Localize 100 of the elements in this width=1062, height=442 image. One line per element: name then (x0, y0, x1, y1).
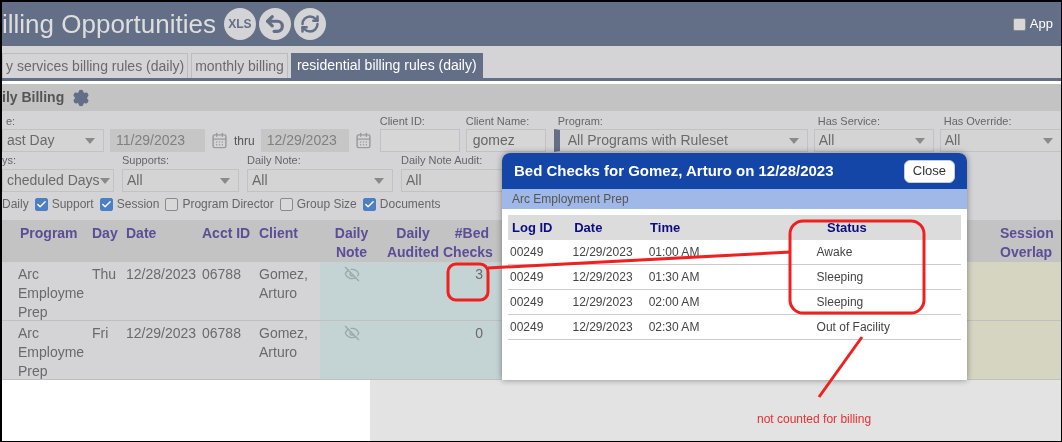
checkbox-label: App (1029, 15, 1053, 34)
undo-arrow-icon (263, 13, 286, 35)
checkbox-label: Documents (379, 196, 441, 213)
refresh-button[interactable] (293, 8, 326, 40)
dropdown-caret-icon (788, 137, 799, 144)
column-header: Date (125, 224, 158, 243)
range-separator: thru (234, 132, 255, 150)
refresh-icon (299, 14, 320, 34)
field-label: Has Service: (816, 114, 882, 129)
select-field[interactable]: All (939, 129, 1061, 152)
close-button[interactable]: Close (903, 159, 955, 183)
checkbox[interactable] (34, 197, 48, 211)
table-cell-text: 12/29/2023 (571, 244, 634, 261)
table-cell-text: Sleeping (815, 269, 865, 286)
table-cell-text: 06788 (201, 265, 242, 284)
table-cell-text: 02:00 AM (647, 294, 701, 311)
table-cell-text: Out of Facility (815, 319, 891, 336)
table-cell-text: Thu (91, 265, 118, 284)
table-cell-text: Fri (91, 324, 110, 343)
hidden-eye-icon[interactable] (343, 325, 360, 341)
checkbox-label: Support (51, 196, 94, 213)
field-label: ys: (2, 153, 18, 168)
field-label: Supports: (122, 153, 171, 168)
checkbox[interactable] (362, 197, 376, 211)
field-label: Program: (556, 114, 604, 129)
calendar-icon[interactable] (354, 132, 372, 149)
table-cell-text: 00249 (509, 269, 545, 286)
select-field[interactable]: All (122, 169, 239, 192)
settings-icon[interactable] (72, 88, 91, 107)
table-cell-text: Gomez, Arturo (258, 265, 309, 303)
column-header: Client (258, 224, 299, 243)
tab[interactable]: monthly billing (191, 53, 288, 78)
dropdown-caret-icon (85, 137, 95, 144)
column-header: Session Overlap (999, 224, 1055, 262)
select-field[interactable]: All (813, 129, 934, 152)
column-header: Status (826, 218, 868, 237)
tab[interactable]: residential billing rules (daily) (290, 53, 483, 78)
dropdown-caret-icon (220, 177, 230, 184)
checkbox[interactable] (99, 197, 113, 211)
table-cell-text: 12/29/2023 (571, 294, 634, 311)
table-cell-text: 12/29/2023 (571, 269, 634, 286)
dropdown-caret-icon (374, 177, 384, 184)
checkbox[interactable] (1012, 17, 1026, 31)
field-label: Daily Note: (247, 153, 302, 168)
checkbox-label: Daily (2, 196, 29, 213)
table-cell-text: 00249 (509, 244, 545, 261)
table-cell-text: 0 (475, 324, 483, 343)
column-header: Log ID (511, 218, 554, 237)
input-field[interactable]: gomez (465, 129, 546, 152)
field-label: Client ID: (379, 114, 426, 129)
highlight-ring (446, 262, 490, 302)
table-cell-text: Arc Employme Prep (17, 324, 86, 379)
table-cell-text: 06788 (201, 324, 242, 343)
checkbox-label: Program Director (182, 196, 274, 213)
dropdown-caret-icon (914, 137, 925, 144)
column-header: Daily Audited (385, 224, 441, 262)
dropdown-caret-icon (99, 177, 110, 184)
table-cell-text: Awake (815, 244, 854, 261)
table-cell-text: 02:30 AM (647, 319, 701, 336)
field-label: Daily Note Audit: (401, 153, 484, 168)
column-header: Program (19, 224, 79, 243)
table-cell-text: 12/28/2023 (125, 265, 196, 284)
table-cell-text: 01:00 AM (647, 244, 701, 261)
table-cell-text: 12/29/2023 (125, 324, 196, 343)
field-label: Has Override: (942, 114, 1013, 129)
annotation-note: not counted for billing (757, 411, 872, 428)
field-label: Client Name: (465, 114, 531, 129)
section-title: ily Billing (2, 88, 65, 107)
table-cell-text: 12/29/2023 (571, 319, 634, 336)
checkbox[interactable] (279, 197, 293, 211)
column-header: Date (573, 218, 604, 237)
column-header: Acct ID (201, 224, 252, 243)
table-cell-text: 00249 (509, 294, 545, 311)
column-header: Time (649, 218, 682, 237)
table-cell-text: Gomez, Arturo (258, 324, 309, 362)
leader-line (817, 336, 864, 398)
page-title: illing Opportunities (2, 7, 216, 41)
select-field[interactable]: All (247, 169, 393, 192)
column-header: Daily Note (333, 224, 370, 262)
export-button[interactable]: XLS (223, 8, 256, 40)
checkbox[interactable] (165, 197, 179, 211)
dropdown-caret-icon (1042, 137, 1053, 144)
dialog-subtitle: Arc Employment Prep (502, 189, 967, 209)
table-cell-text: 01:30 AM (647, 269, 701, 286)
table-cell-text: 3 (475, 265, 483, 284)
select-field[interactable]: ast Day (2, 129, 104, 152)
column-header: Day (91, 224, 119, 243)
select-field[interactable]: All Programs with Ruleset (553, 129, 808, 152)
undo-button[interactable] (258, 8, 291, 40)
select-field[interactable]: cheduled Days (2, 169, 114, 192)
checkbox-label: Group Size (296, 196, 357, 213)
tab[interactable]: y services billing rules (daily) (2, 53, 189, 78)
hidden-eye-icon[interactable] (343, 266, 360, 282)
checkbox-label: Session (116, 196, 160, 213)
table-cell-text: 00249 (509, 319, 545, 336)
column-header: #Bed Checks (443, 224, 494, 262)
field-label: e: (5, 114, 17, 129)
table-cell-text: Arc Employme Prep (17, 265, 86, 320)
calendar-icon[interactable] (211, 132, 228, 149)
table-cell-text: Sleeping (815, 294, 865, 311)
